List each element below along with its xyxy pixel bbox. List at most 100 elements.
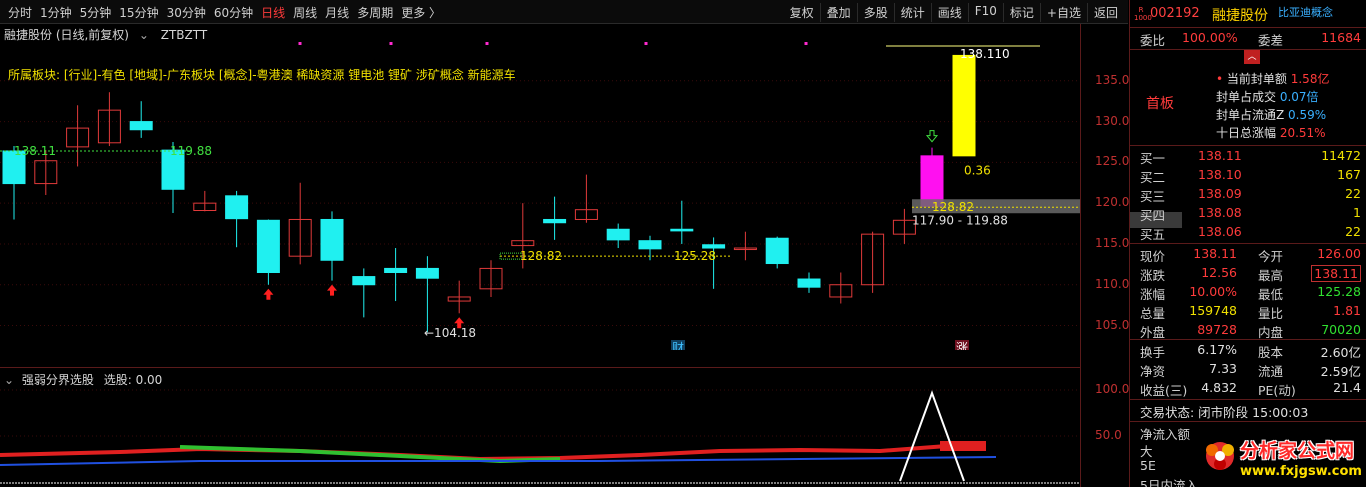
period-tab[interactable]: 5分钟 (80, 4, 112, 21)
fund-value: 2.60亿 (1320, 345, 1361, 360)
candle-body (920, 155, 944, 207)
fund-label: 股本 (1258, 345, 1284, 360)
bid-row: 买四 138.08 1 (1130, 205, 1366, 224)
candle-body (225, 195, 249, 220)
seal-stat-label: 当前封单额 (1226, 72, 1287, 86)
toolbar-button[interactable]: 统计 (893, 3, 931, 22)
quote-label: 现价 (1140, 249, 1166, 264)
price-axis: 105.0 110.0 115.0 120.0 125.0 130.0 135.0 50.0 1… (1080, 24, 1130, 487)
quote-value: 138.11 (1193, 246, 1237, 261)
fund-label: 收益(三) (1140, 383, 1188, 398)
concept-link[interactable]: 比亚迪概念 (1278, 4, 1333, 20)
period-tab[interactable]: 周线 (293, 4, 317, 21)
quote-label: 最低 (1258, 287, 1284, 302)
bid-label: 买二 (1140, 170, 1166, 185)
toolbar-button[interactable]: 叠加 (819, 3, 857, 22)
bid-label: 买三 (1140, 189, 1166, 204)
flow-label: 5E (1140, 458, 1156, 473)
high-label: 138.110 (960, 47, 1010, 61)
period-tab[interactable]: 30分钟 (167, 4, 206, 21)
price-tick-label: 120.0 (1095, 195, 1130, 210)
bid-label: 买一 (1140, 151, 1166, 166)
range-marker (499, 252, 523, 260)
low-label: ←104.18 (424, 326, 476, 340)
period-tabs: 分时 1分钟 5分钟 15分钟 30分钟 60分钟 日线 周线 月线 多周期 更多 〉 (8, 4, 441, 21)
site-watermark: 分析家公式网 www.fxjgsw.com (1198, 430, 1366, 487)
quote-value: 126.00 (1317, 246, 1361, 261)
candle-body (256, 219, 280, 273)
quote-value: 70020 (1321, 322, 1361, 337)
quote-label: 涨幅 (1140, 287, 1166, 302)
candle-body (320, 218, 344, 261)
period-tab[interactable]: 月线 (325, 4, 349, 21)
toolbar-button[interactable]: 复权 (784, 3, 820, 22)
strength-line-red (0, 443, 961, 462)
bid-row: 买三 138.09 22 (1130, 186, 1366, 205)
weibi-value: 100.00% (1182, 30, 1238, 45)
fund-value: 4.832 (1201, 380, 1237, 395)
candle-body (415, 267, 439, 279)
quote-row: 现价 138.11 今开 126.00 (1130, 246, 1366, 265)
quote-row: 总量 159748 量比 1.81 (1130, 303, 1366, 322)
fundamental-row: 净资 7.33 流通 2.59亿 (1130, 361, 1366, 380)
level-label: 138.11 (14, 144, 56, 158)
toolbar-button[interactable]: 返回 (1086, 3, 1124, 22)
candle-body (638, 240, 662, 250)
price-tick-label: 110.0 (1095, 276, 1130, 291)
toolbar-button[interactable]: F10 (967, 3, 1003, 22)
fundamental-row: 换手 6.17% 股本 2.60亿 (1130, 342, 1366, 361)
bid-volume: 22 (1345, 224, 1361, 239)
candlestick-chart[interactable]: 138.11 119.88128.82 125.28128.82117.90 - 1… (0, 40, 1080, 350)
weibi-label: 委比 (1140, 33, 1166, 48)
period-tab[interactable]: 更多 〉 (401, 4, 441, 21)
period-tab[interactable]: 分时 (8, 4, 32, 21)
expand-icon[interactable]: ︿ (1244, 50, 1260, 64)
quote-label: 今开 (1258, 249, 1284, 264)
period-tab[interactable]: 1分钟 (40, 4, 72, 21)
seal-stat-value: 20.51% (1276, 126, 1326, 140)
signal-dot (389, 42, 393, 45)
period-tab[interactable]: 15分钟 (119, 4, 158, 21)
fund-value: 6.17% (1197, 342, 1237, 357)
toolbar-button[interactable]: 画线 (930, 3, 968, 22)
seal-stat-value: 0.07倍 (1276, 90, 1319, 104)
candle-body (543, 218, 567, 224)
flow-label: 5日内流入 (1140, 478, 1198, 487)
candle-body (702, 244, 726, 249)
quote-label: 最高 (1258, 268, 1284, 283)
toolbar-button[interactable]: 标记 (1002, 3, 1040, 22)
stock-header: R 1000 002192 融捷股份 比亚迪概念 (1130, 0, 1366, 28)
indicator-chart[interactable] (0, 385, 1080, 487)
period-tab[interactable]: 60分钟 (214, 4, 253, 21)
fundamental-row: 收益(三) 4.832 PE(动) 21.4 (1130, 380, 1366, 399)
quote-value: 159748 (1189, 303, 1237, 318)
bid-label: 买四 (1140, 208, 1166, 223)
quote-panel: R 1000 002192 融捷股份 比亚迪概念 委比 100.00% 委差 1… (1129, 0, 1366, 487)
signal-dot (804, 42, 808, 45)
toolbar-buttons: 复权 叠加 多股 统计 画线 F10 标记 +自选 返回 (784, 3, 1124, 22)
bid-row: 买一 138.11 11472 (1130, 148, 1366, 167)
trade-status: 交易状态: 闭市阶段 15:00:03 (1140, 405, 1309, 420)
toolbar-button[interactable]: +自选 (1039, 3, 1087, 22)
quote-value: 125.28 (1317, 284, 1361, 299)
fund-label: 换手 (1140, 345, 1166, 360)
divider (1130, 399, 1366, 400)
quote-value: 12.56 (1201, 265, 1237, 280)
period-tab[interactable]: 日线 (261, 4, 285, 21)
peak-signal-line (899, 390, 965, 482)
divider (1130, 145, 1366, 146)
stock-badge: R 1000 (1134, 6, 1152, 22)
bid-volume: 167 (1337, 167, 1361, 182)
seal-stat-label: 十日总涨幅 (1216, 126, 1277, 140)
watermark-url[interactable]: www.fxjgsw.com (1240, 464, 1362, 479)
toolbar-button[interactable]: 多股 (856, 3, 894, 22)
signal-dot (485, 42, 489, 45)
fund-label: PE(动) (1258, 383, 1296, 398)
period-tab[interactable]: 多周期 (357, 4, 393, 21)
candle-body (606, 228, 630, 241)
weicha-value: 11684 (1321, 30, 1361, 45)
quote-label: 总量 (1140, 306, 1166, 321)
seal-stat-row: 十日总涨幅 20.51% (1216, 124, 1326, 141)
candle-body (352, 276, 376, 286)
level-value: 119.88 (170, 144, 212, 158)
